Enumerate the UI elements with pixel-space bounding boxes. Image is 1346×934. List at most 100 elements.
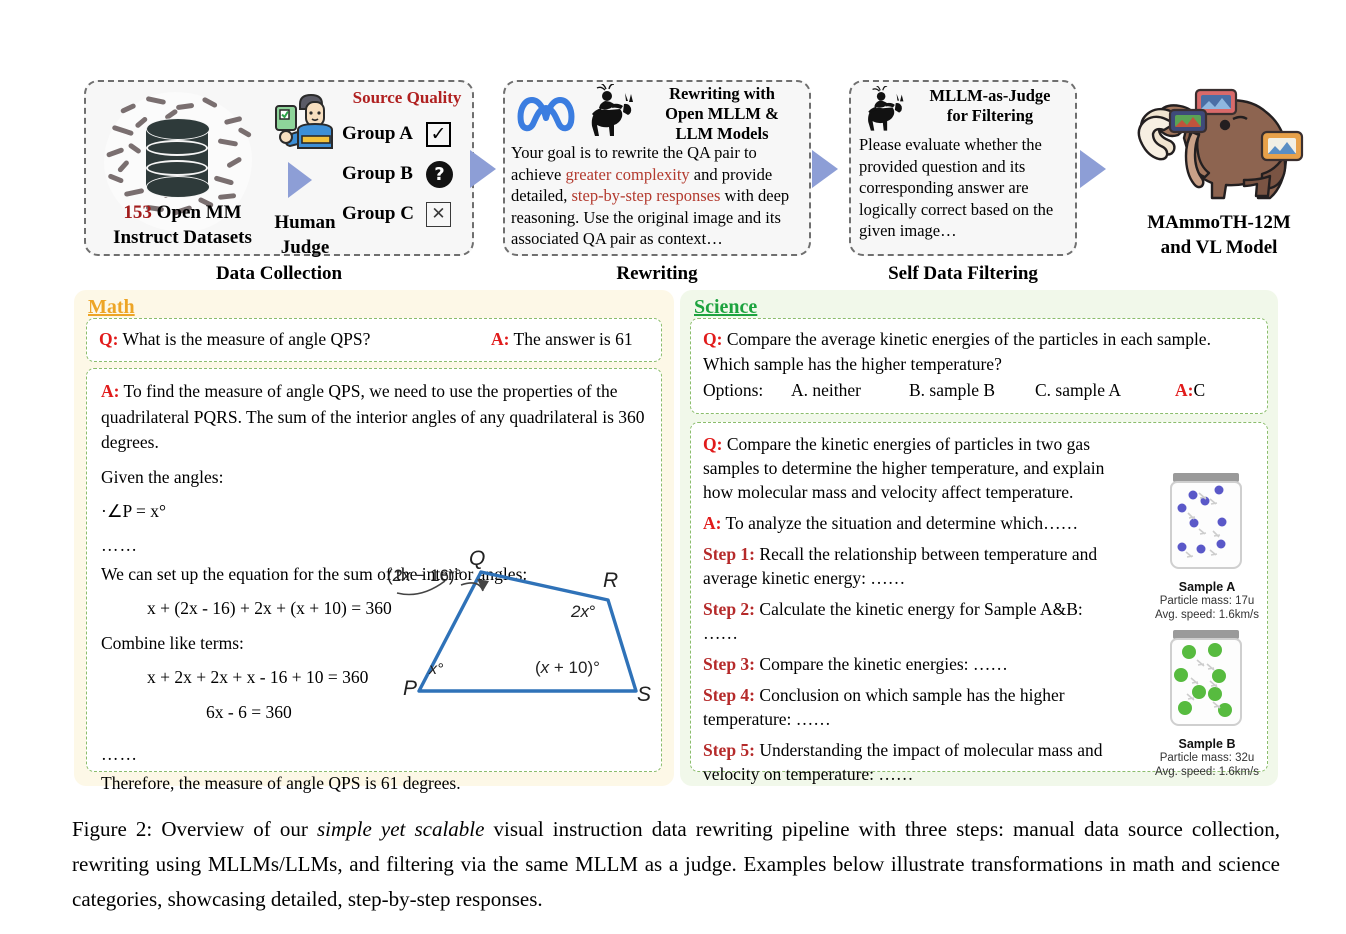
science-step-4: Step 4: Conclusion on which sample has t… [703, 683, 1119, 731]
science-rewritten-q-label: Q: [703, 434, 723, 454]
human-judge-icon [275, 93, 333, 149]
science-q-text: Compare the average kinetic energies of … [703, 329, 1211, 374]
jar-a-speed: Avg. speed: 1.6km/s [1155, 609, 1259, 621]
llama-rider-judge-icon [868, 86, 904, 131]
dataset-label-1: Open MM [151, 202, 242, 223]
vertex-label-p: P [403, 677, 417, 700]
rewriting-title-line2: Open MLLM & [665, 104, 779, 123]
jar-b-caption: Sample B Particle mass: 32u Avg. speed: … [1153, 737, 1261, 779]
science-rewritten-answer-card: Q: Compare the kinetic energies of parti… [690, 422, 1268, 784]
arrow-rewriting-to-filtering-icon [812, 150, 838, 188]
database-icon [146, 118, 210, 198]
rewriting-prompt-text: Your goal is to rewrite the QA pair to a… [511, 142, 807, 250]
math-q-text: What is the measure of angle QPS? [118, 329, 371, 349]
caption-italic: simple yet scalable [316, 817, 485, 841]
model-label-line1: MAmmoTH-12M [1147, 212, 1291, 233]
quadrilateral-diagram: P Q R S x° (2x − 16)° 2x° (x + 10)° [387, 547, 651, 706]
arrow-judge-icon [288, 162, 312, 198]
jar-a-caption: Sample A Particle mass: 17u Avg. speed: … [1153, 580, 1261, 622]
math-original-question: Q: What is the measure of angle QPS? [99, 327, 491, 352]
science-step-2-text: Calculate the kinetic energy for Sample … [703, 599, 1083, 643]
option-b[interactable]: B. sample B [909, 380, 1035, 401]
filtering-title-line1: MLLM-as-Judge [929, 86, 1051, 105]
stage-output-model: MAmmoTH-12M and VL Model [1112, 82, 1326, 260]
checkbox-checked-icon[interactable]: ✓ [426, 121, 451, 147]
jar-b-speed: Avg. speed: 1.6km/s [1155, 766, 1259, 778]
checkbox-crossed-icon[interactable]: ✕ [426, 201, 451, 227]
prompt-highlight-2: step-by-step responses [571, 186, 721, 205]
stage-caption-rewriting: Rewriting [616, 263, 698, 284]
vertex-label-r: R [603, 569, 618, 592]
vertex-label-q: Q [469, 547, 485, 570]
science-step-3-text: Compare the kinetic energies: …… [755, 654, 1008, 674]
science-original-question: Q: Compare the average kinetic energies … [703, 327, 1255, 377]
filtering-title-line2: for Filtering [946, 106, 1034, 125]
science-panel-title: Science [694, 296, 758, 318]
math-a-label: A: [491, 329, 510, 349]
science-step-5-label: Step 5: [703, 740, 756, 760]
group-row-a: Group A ✓ [342, 114, 472, 154]
stage-rewriting: Rewriting with Open MLLM & LLM Models Yo… [503, 80, 811, 256]
source-quality-group: Source Quality Group A ✓ Group B ? Group… [342, 88, 472, 252]
science-step-5-text: Understanding the impact of molecular ma… [703, 740, 1103, 784]
science-rewritten-answer: A: To analyze the situation and determin… [703, 511, 1119, 535]
human-judge-label: Human Judge [260, 210, 350, 260]
math-original-answer: A: The answer is 61 [491, 327, 633, 352]
source-quality-title: Source Quality [352, 88, 462, 107]
model-output-label: MAmmoTH-12M and VL Model [1112, 210, 1326, 260]
math-panel-title: Math [88, 296, 135, 318]
prompt-highlight-1: greater complexity [565, 164, 690, 184]
stage-caption-data-collection: Data Collection [215, 263, 343, 284]
math-original-qa-card: Q: What is the measure of angle QPS? A: … [86, 318, 662, 362]
stage-self-data-filtering: MLLM-as-Judge for Filtering Please evalu… [849, 80, 1077, 256]
jar-sample-b: Sample B Particle mass: 32u Avg. speed: … [1153, 628, 1261, 779]
group-row-b: Group B ? [342, 154, 472, 194]
angle-label-p: x° [428, 661, 444, 678]
filtering-title: MLLM-as-Judge for Filtering [907, 86, 1073, 126]
math-angle-p-line: ·∠P = x° [101, 501, 166, 521]
science-step-1-label: Step 1: [703, 544, 756, 564]
group-row-c: Group C ✕ [342, 194, 472, 234]
jar-b-mass: Particle mass: 32u [1159, 752, 1255, 764]
science-rewritten-a-label: A: [703, 513, 722, 533]
science-step-4-text: Conclusion on which sample has the highe… [703, 685, 1065, 729]
science-step-1-text: Recall the relationship between temperat… [703, 544, 1098, 588]
dataset-label-2: Instruct Datasets [113, 227, 252, 248]
rewriting-title-line3: LLM Models [675, 124, 769, 143]
jar-b-icon [1170, 630, 1242, 726]
llama-rider-icon [591, 84, 633, 136]
science-step-4-label: Step 4: [703, 685, 756, 705]
meta-logo-icon [517, 97, 575, 132]
science-original-qa-card: Q: Compare the average kinetic energies … [690, 318, 1268, 414]
human-judge-label-line2: Judge [280, 237, 330, 258]
question-mark-icon[interactable]: ? [426, 160, 453, 188]
jar-a-mass: Particle mass: 17u [1159, 595, 1255, 607]
jar-b-name: Sample B [1178, 737, 1236, 751]
science-options-row: Options: A. neither B. sample B C. sampl… [703, 380, 1255, 401]
math-ellipsis-2: …… [101, 744, 138, 764]
filtering-prompt-text: Please evaluate whether the provided que… [859, 135, 1054, 240]
angle-label-q: (2x − 16)° [387, 566, 461, 585]
human-judge-label-line1: Human [274, 212, 336, 233]
science-step-2: Step 2: Calculate the kinetic energy for… [703, 597, 1119, 645]
pipeline-row: 153 Open MM Instruct Datasets Human Judg… [0, 0, 1346, 284]
angle-label-s: (x + 10)° [535, 658, 600, 677]
science-step-5: Step 5: Understanding the impact of mole… [703, 738, 1119, 786]
caption-prefix: Figure 2: Overview of our [72, 817, 317, 841]
mammoth-icon [1137, 88, 1304, 200]
science-rewritten-a-text: To analyze the situation and determine w… [721, 513, 1079, 533]
science-step-2-label: Step 2: [703, 599, 756, 619]
group-a-label: Group A [342, 123, 413, 144]
gas-sample-jars: Sample A Particle mass: 17u Avg. speed: … [1153, 471, 1261, 785]
stage-caption-filtering: Self Data Filtering [888, 263, 1038, 284]
math-rewritten-a-label: A: [101, 381, 120, 401]
group-c-label: Group C [342, 203, 414, 224]
stage-data-collection: 153 Open MM Instruct Datasets Human Judg… [84, 80, 474, 258]
arrow-filtering-to-model-icon [1080, 150, 1106, 188]
option-c[interactable]: C. sample A [1035, 380, 1175, 401]
science-q-label: Q: [703, 329, 723, 349]
model-label-line2: and VL Model [1160, 237, 1278, 258]
science-a-text: C [1193, 380, 1206, 400]
option-a[interactable]: A. neither [791, 380, 909, 401]
jar-sample-a: Sample A Particle mass: 17u Avg. speed: … [1153, 471, 1261, 622]
